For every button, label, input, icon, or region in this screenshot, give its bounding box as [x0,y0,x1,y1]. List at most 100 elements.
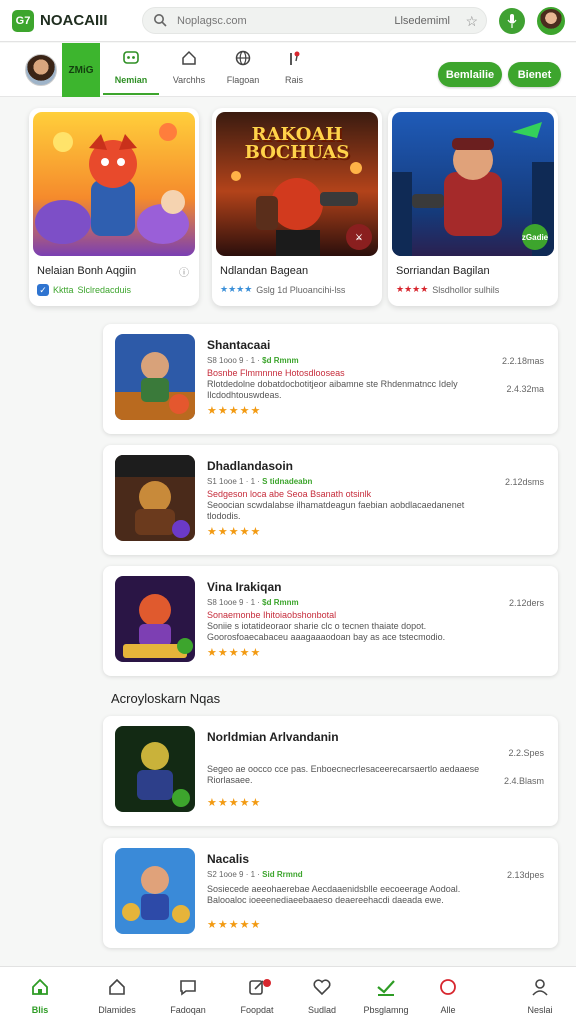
app-logo[interactable]: G7 NOACAIII [12,9,142,32]
tab-flagoan[interactable]: Flagoan [215,49,271,95]
bottom-nav-item-pbsglamng[interactable]: Pbsglamng [356,977,416,1015]
tab-nemian[interactable]: Nemian [103,49,159,95]
bottom-nav-item-blis[interactable]: Blis [10,977,70,1015]
item-description: Seoocian scwdalabse ilhamatdeagun faebia… [207,500,465,521]
microphone-icon[interactable] [499,8,525,34]
bottom-nav: Blis Dlamides Fadoqan Foopdat Sudlad Pbs… [0,966,576,1024]
chat-icon [158,977,218,999]
section-title: Acroyloskarn Nqas [111,691,221,706]
globe-icon [215,49,271,71]
avatar[interactable] [537,7,565,35]
featured-card[interactable]: zGadie Sorriandan Bagilan ★★★★ Slsdhollo… [388,108,558,306]
rating-stars: ★★★★★ [207,405,262,417]
list-item[interactable]: Shantacaai S8 1ooo 9 · 1 · $d Rmnm Bosnb… [103,324,558,434]
game-art: RAKOAH BOCHUAS ⚔ [216,112,378,256]
item-meta: S8 1ooo 9 · 1 · $d Rmnm [207,356,299,365]
featured-title: Nelaian Bonh Aqgiin [37,265,137,277]
item-highlight: Bosnbe Flmmnnne Hotosdlooseas [207,368,345,378]
bottom-nav-label: Neslai [527,1005,553,1015]
featured-card[interactable]: Nelaian Bonh Aqgiin ⓘ ✓ Kktta Slclredacd… [29,108,199,306]
logo-badge: G7 [12,9,34,32]
circle-icon [418,977,478,999]
tab-rais[interactable]: Rais [266,49,322,95]
featured-title: Sorriandan Bagilan [396,265,490,277]
bottom-nav-item-alle[interactable]: Alle [418,977,478,1015]
house-icon [87,977,147,999]
item-right-1: 2.12ders [508,598,544,608]
game-thumbnail [115,848,195,934]
item-title: Vina Irakiqan [207,580,282,594]
profile-avatar[interactable] [25,54,57,86]
bottom-nav-label: Dlamides [98,1005,136,1015]
tab-label: Flagoan [226,75,260,85]
bottom-nav-label: Blis [31,1005,49,1015]
nav-green-block[interactable]: ZMiG [62,43,100,97]
meta-text: Slsdhollor sulhils [432,284,500,295]
rating-stars: ★★★★★ [207,526,262,538]
tab-varchhs[interactable]: Varchhs [161,49,217,95]
search-bar[interactable]: Noplagsc.com Llsedemiml ☆ [142,7,487,34]
heart-icon [292,977,352,999]
game-art [33,112,195,256]
list-item[interactable]: Vina Irakiqan S8 1ooe 9 · 1 · $d Rmnm So… [103,566,558,676]
game-art: zGadie [392,112,554,256]
game-thumbnail [115,455,195,541]
meta-text: Slclredacduis [77,285,132,295]
list-item[interactable]: Dhadlandasoin S1 1ooe 1 · 1 · S tidnadea… [103,445,558,555]
nav-row: ZMiG Nemian Varchhs Flagoan Rais Bemlail… [0,43,576,97]
game-thumbnail [115,726,195,812]
item-description: Rlotdedolne dobatdocbotitjeor aibamne st… [207,379,458,400]
tab-label: Nemian [114,75,148,85]
item-meta: S1 1ooe 1 · 1 · S tidnadeabn [207,477,313,486]
bottom-nav-item-sudlad[interactable]: Sudlad [292,977,352,1015]
app-title: NOACAIII [40,12,108,29]
featured-card[interactable]: RAKOAH BOCHUAS ⚔ Ndlandan Bagean ★★★★ Gs… [212,108,382,306]
item-description: Soniie s iotatideoraor sharie clc o tecn… [207,621,446,642]
meta-text: Gslg 1d Pluoancihi-lss [256,284,346,295]
item-description: Sosiecede aeeohaerebae Aecdaaenidsblle e… [207,884,461,905]
check-icon [356,977,416,999]
pill-button-bienet[interactable]: Bienet [508,62,561,87]
star-icon[interactable]: ☆ [465,13,478,30]
rating-stars: ★★★★★ [207,797,262,809]
item-right-1: 2.2.18mas [501,356,544,366]
pill-button-bemlailie[interactable]: Bemlailie [438,62,502,87]
featured-meta: ★★★★ Gslg 1d Pluoancihi-lss [220,284,345,295]
bottom-nav-item-dlamides[interactable]: Dlamides [87,977,147,1015]
item-right-1: 2.13dpes [506,870,544,880]
search-placeholder: Noplagsc.com [177,14,247,27]
bottom-nav-label: Sudlad [307,1005,337,1015]
featured-meta: ✓ Kktta Slclredacduis [37,284,131,296]
item-right-1: 2.12dsms [504,477,544,487]
tab-label: Varchhs [172,75,206,85]
search-right-label: Llsedemiml [394,14,450,27]
bottom-nav-item-neslai[interactable]: Neslai [510,977,570,1015]
art-title: RAKOAH BOCHUAS [244,124,350,163]
game-badge: zGadie [522,224,548,250]
list-item[interactable]: Nacalis S2 1ooe 9 · 1 · Sid Rrmnd Sosiec… [103,838,558,948]
rating-stars: ★★★★ [396,284,429,294]
item-title: Nacalis [207,852,250,866]
list-item[interactable]: Norldmian Arlvandanin Segeo ae oocco cce… [103,716,558,826]
game-thumbnail [115,576,195,662]
item-highlight: Sonaemonbe Ihitoiaobshonbotal [207,610,337,620]
item-right-1: 2.2.Spes [508,748,544,758]
featured-title: Ndlandan Bagean [220,265,309,277]
gamepad-icon [103,49,159,71]
info-icon[interactable]: ⓘ [179,264,189,279]
rating-stars: ★★★★ [220,284,253,294]
item-meta: S8 1ooe 9 · 1 · $d Rmnm [207,598,299,607]
top-bar: G7 NOACAIII Noplagsc.com Llsedemiml ☆ [0,0,576,42]
item-title: Shantacaai [207,338,271,352]
pin-icon [266,49,322,71]
item-meta: S2 1ooe 9 · 1 · Sid Rrmnd [207,870,303,879]
verified-icon: ✓ [37,284,49,296]
bottom-nav-item-fadoqan[interactable]: Fadoqan [158,977,218,1015]
featured-meta: ★★★★ Slsdhollor sulhils [396,284,499,295]
user-icon [510,977,570,999]
rating-stars: ★★★★★ [207,647,262,659]
bottom-nav-label: Fadoqan [170,1005,206,1015]
meta-green: Kktta [53,285,74,295]
bottom-nav-item-foopdat[interactable]: Foopdat [227,977,287,1015]
item-title: Dhadlandasoin [207,459,294,473]
